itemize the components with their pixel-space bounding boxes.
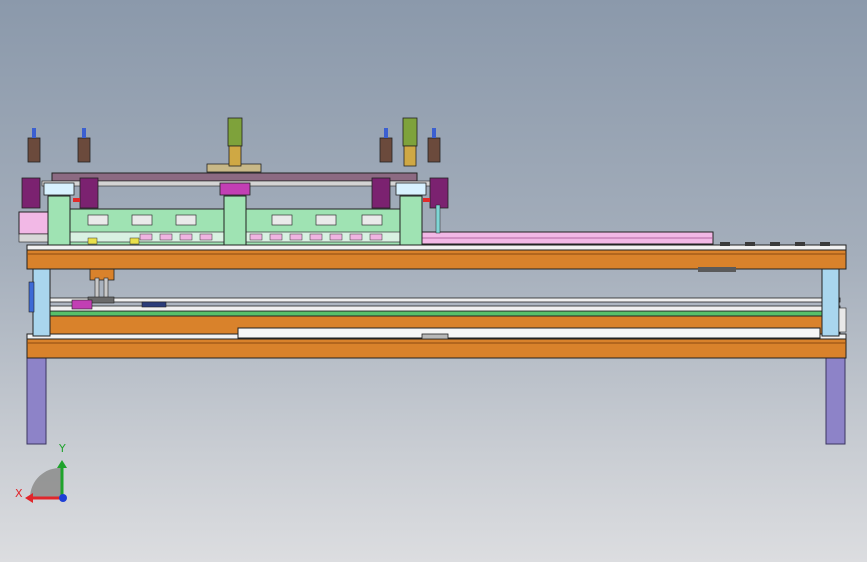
cad-viewport[interactable]: Y X — [0, 0, 867, 562]
coordinate-triad — [25, 460, 67, 503]
y-axis-label: Y — [59, 442, 66, 455]
x-axis-label: X — [15, 487, 23, 500]
triad-base-wedge — [29, 467, 63, 498]
z-axis-dot — [59, 494, 67, 502]
